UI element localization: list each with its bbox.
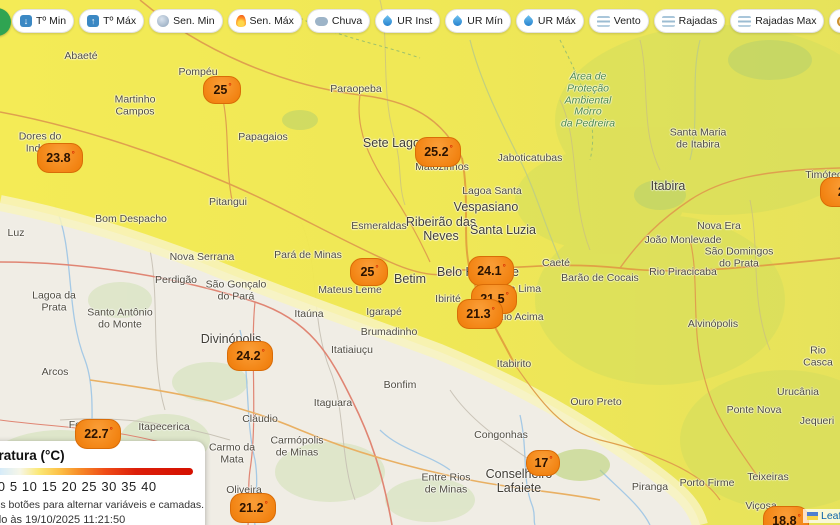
arrow-down-square-icon: ↓ (20, 15, 32, 27)
temp-value: 21.2 (239, 501, 264, 515)
toolbar-button-label: UR Mín (467, 15, 503, 27)
temp-markers: 25°23.8°25.2°25°24.1°21.5°21.3°24.2°22.7… (0, 0, 840, 525)
degree-symbol: ° (71, 149, 75, 159)
toolbar-button-label: UR Máx (537, 15, 576, 27)
toolbar-button-label: Tº Min (36, 15, 67, 27)
droplet-icon (451, 14, 465, 28)
degree-symbol: ° (549, 454, 553, 464)
toolbar-button-ur-inst[interactable]: UR Inst (375, 9, 441, 33)
temp-marker[interactable]: 24.2 ° (227, 341, 273, 371)
map-control-button[interactable] (0, 8, 11, 36)
toolbar-buttons: ↓ Tº Min ↑ Tº Máx Sen. Min Sen. Máx Chuva UR In… (12, 9, 840, 33)
degree-symbol: ° (505, 290, 509, 300)
temp-marker[interactable]: 22.7 ° (75, 419, 121, 449)
toolbar-button-label: Vento (613, 15, 641, 27)
temp-marker[interactable]: 25.2 ° (415, 137, 461, 167)
droplet-icon (381, 14, 395, 28)
temp-value: 25 (213, 83, 228, 97)
temp-value: 25 (360, 265, 375, 279)
weather-map-app: AbaetéPompéuMartinho CamposDores do Inda… (0, 0, 840, 525)
toolbar-button-ur-m-x[interactable]: UR Máx (515, 9, 584, 33)
arrow-up-square-icon: ↑ (87, 15, 100, 27)
temp-value: 24.2 (236, 349, 261, 363)
toolbar-button-sen-min[interactable]: Sen. Min (149, 9, 223, 33)
wind-icon (661, 15, 675, 27)
toolbar-button-label: Tº Máx (103, 15, 137, 27)
droplet-icon (522, 14, 535, 28)
temp-marker[interactable]: 25 ° (350, 258, 388, 286)
temp-value: 21.3 (466, 307, 491, 321)
toolbar-button-label: Sen. Min (173, 15, 215, 27)
toolbar-button-label: UR Inst (397, 15, 433, 27)
map-attribution[interactable]: Leaflet (803, 509, 840, 523)
degree-symbol: ° (228, 81, 232, 91)
toolbar-button-sen-m-x[interactable]: Sen. Máx (227, 9, 302, 33)
toolbar-button-vento[interactable]: Vento (588, 9, 649, 33)
fire-icon (235, 15, 246, 27)
temp-marker[interactable]: 23.8 ° (37, 143, 83, 173)
temp-value: 18.8 (772, 514, 797, 525)
temp-marker[interactable]: 2° (820, 177, 840, 207)
toolbar-button-label: Chuva (331, 15, 363, 27)
temp-value: 23.8 (46, 151, 71, 165)
rain-cloud-icon (314, 17, 328, 26)
toolbar-button-rajadas[interactable]: Rajadas (653, 9, 726, 33)
degree-symbol: ° (797, 512, 801, 522)
temp-marker[interactable]: 25 ° (203, 76, 241, 104)
toolbar-button-label: Sen. Máx (249, 15, 294, 27)
degree-symbol: ° (264, 499, 268, 509)
temp-value: 22.7 (84, 427, 109, 441)
cold-icon (157, 15, 170, 27)
temp-marker[interactable]: 21.3 ° (457, 299, 503, 329)
toolbar-button-chuva[interactable]: Chuva (306, 9, 371, 33)
attribution-link[interactable]: Leaflet (821, 510, 840, 522)
temp-marker[interactable]: 17 ° (526, 450, 560, 476)
ukraine-flag-icon (807, 512, 818, 520)
degree-symbol: ° (502, 262, 506, 272)
degree-symbol: ° (109, 425, 113, 435)
toolbar-button-t-min[interactable]: ↓ Tº Min (12, 9, 75, 33)
toolbar: ↓ Tº Min ↑ Tº Máx Sen. Min Sen. Máx Chuva UR In… (0, 0, 840, 40)
degree-symbol: ° (375, 263, 379, 273)
temp-value: 24.1 (477, 264, 502, 278)
temp-value: 17 (534, 456, 549, 470)
toolbar-button-label: Rajadas Max (755, 15, 817, 27)
toolbar-button-rajadas-max[interactable]: Rajadas Max (730, 9, 825, 33)
degree-symbol: ° (261, 347, 265, 357)
temp-marker[interactable]: 24.1 ° (468, 256, 514, 286)
degree-symbol: ° (491, 305, 495, 315)
temp-marker[interactable]: 21.2 ° (230, 493, 276, 523)
wind-icon (596, 15, 610, 27)
degree-symbol: ° (449, 143, 453, 153)
wind-icon (738, 15, 752, 27)
toolbar-button-t-m-x[interactable]: ↑ Tº Máx (79, 9, 145, 33)
toolbar-button-ur-m-n[interactable]: UR Mín (445, 9, 511, 33)
toolbar-button-press-o[interactable]: Pressão (829, 9, 840, 33)
temp-value: 25.2 (424, 145, 449, 159)
toolbar-button-label: Rajadas (678, 15, 718, 27)
